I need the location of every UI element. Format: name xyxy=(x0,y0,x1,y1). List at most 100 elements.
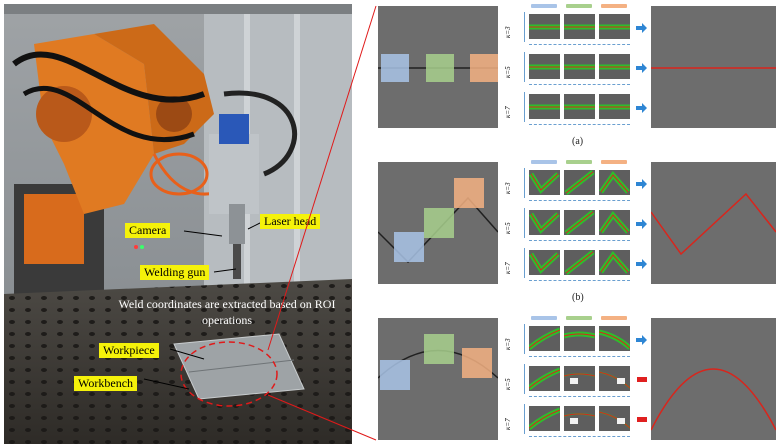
roi-tile-svg xyxy=(564,413,595,424)
roi-tile-3-3-2 xyxy=(564,406,595,431)
roi-tile-3-2-2 xyxy=(564,366,595,391)
roi-tile-svg xyxy=(599,64,630,70)
row-separator xyxy=(529,280,630,281)
roi-tile-1-2-1 xyxy=(529,54,560,79)
arrows-b xyxy=(636,179,647,269)
roi-tile-1-1-2 xyxy=(564,14,595,39)
input-image-b-svg xyxy=(378,178,498,264)
input-image-a-svg xyxy=(378,54,498,82)
output-image-c-svg xyxy=(651,368,776,431)
arrows-c xyxy=(636,335,647,422)
fitted-weld-line xyxy=(599,411,630,429)
roi-tile-2-3-3 xyxy=(599,250,630,275)
input-image-b xyxy=(378,162,498,284)
roi-tile-svg xyxy=(564,331,595,339)
fitted-weld-line xyxy=(565,171,594,194)
header-green-b xyxy=(566,160,592,164)
roi-tile-1-2-2 xyxy=(564,54,595,79)
roi-tile-2-2-1 xyxy=(529,210,560,235)
header-blue-b xyxy=(531,160,557,164)
k-label-a-3: κ=7 xyxy=(504,106,512,118)
roi-tile-svg xyxy=(529,212,560,234)
detected-band xyxy=(529,172,560,194)
k-label-b-2: κ=5 xyxy=(504,222,512,234)
roi-tile-svg xyxy=(599,24,630,30)
row-brace xyxy=(524,12,525,42)
roi-tile-svg xyxy=(599,170,630,194)
header-orange-c xyxy=(601,316,627,320)
row-separator xyxy=(529,44,630,45)
roi-tile-svg xyxy=(599,411,630,429)
detected-band xyxy=(599,411,630,429)
k-label-b-1: κ=3 xyxy=(504,182,512,194)
roi-tile-svg xyxy=(599,104,630,110)
roi-tile-3-1-1 xyxy=(529,326,560,351)
roi-tile-svg xyxy=(529,172,560,194)
detected-band xyxy=(529,252,560,274)
roi-tile-svg xyxy=(564,170,595,195)
roi-tile-2-2-3 xyxy=(599,210,630,235)
roi-tile-svg xyxy=(599,329,630,350)
row-separator xyxy=(529,436,630,437)
roi-tile-2-1-2 xyxy=(564,170,595,195)
k-label-c-3: κ=7 xyxy=(504,418,512,430)
roi-tile-svg xyxy=(564,24,595,30)
detected-band xyxy=(529,212,560,234)
k-label-a-1: κ=3 xyxy=(504,26,512,38)
row-separator xyxy=(529,84,630,85)
roi-tile-svg xyxy=(564,373,595,384)
roi-tile-svg xyxy=(564,250,595,275)
header-blue-c xyxy=(531,316,557,320)
roi-tile-3-2-1 xyxy=(529,366,560,391)
roi-tile-1-3-1 xyxy=(529,94,560,119)
input-image-c-svg xyxy=(378,334,498,390)
roi-tile-svg xyxy=(599,210,630,234)
header-orange-a xyxy=(601,4,627,8)
row-separator xyxy=(529,356,630,357)
caption-a: (a) xyxy=(572,136,584,147)
row-brace xyxy=(524,248,525,278)
arrow-blue-a-1 xyxy=(636,23,647,33)
roi-tile-3-1-3 xyxy=(599,326,630,351)
detected-band xyxy=(529,327,560,350)
noise-artifact xyxy=(617,378,625,384)
roi-tile-svg xyxy=(564,210,595,235)
input-image-a xyxy=(378,6,498,128)
row-separator xyxy=(529,396,630,397)
noise-artifact xyxy=(617,418,625,424)
row-brace xyxy=(524,364,525,394)
fail-marker-c-3 xyxy=(637,417,647,422)
noise-artifact xyxy=(570,418,578,424)
roi-tile-3-1-2 xyxy=(564,326,595,351)
detected-band xyxy=(599,250,630,274)
arrow-blue-a-3 xyxy=(636,103,647,113)
fitted-weld-line xyxy=(565,251,594,274)
k-label-c-2: κ=5 xyxy=(504,378,512,390)
roi-tile-2-3-1 xyxy=(529,250,560,275)
roi-tile-1-3-2 xyxy=(564,94,595,119)
caption-b: (b) xyxy=(572,292,584,303)
roi-tile-2-3-2 xyxy=(564,250,595,275)
roi-tile-svg xyxy=(529,327,560,350)
arrow-blue-b-1 xyxy=(636,179,647,189)
roi-tile-1-1-1 xyxy=(529,14,560,39)
roi-tile-svg xyxy=(599,371,630,389)
k-label-b-3: κ=7 xyxy=(504,262,512,274)
header-blue-a xyxy=(531,4,557,8)
roi-tile-1-3-3 xyxy=(599,94,630,119)
arrow-blue-c-1 xyxy=(636,335,647,345)
detected-band xyxy=(599,329,630,350)
roi-tile-svg xyxy=(529,24,560,30)
output-image-a xyxy=(651,6,776,128)
row-brace xyxy=(524,404,525,434)
roi-tile-svg xyxy=(529,104,560,110)
detected-band xyxy=(529,367,560,390)
output-image-a-svg xyxy=(651,67,776,69)
roi-tile-2-1-3 xyxy=(599,170,630,195)
noise-artifact xyxy=(570,378,578,384)
header-green-c xyxy=(566,316,592,320)
roi-tile-3-3-1 xyxy=(529,406,560,431)
fitted-weld-line xyxy=(565,211,594,234)
roi-tile-svg xyxy=(529,252,560,274)
roi-tile-3-2-3 xyxy=(599,366,630,391)
